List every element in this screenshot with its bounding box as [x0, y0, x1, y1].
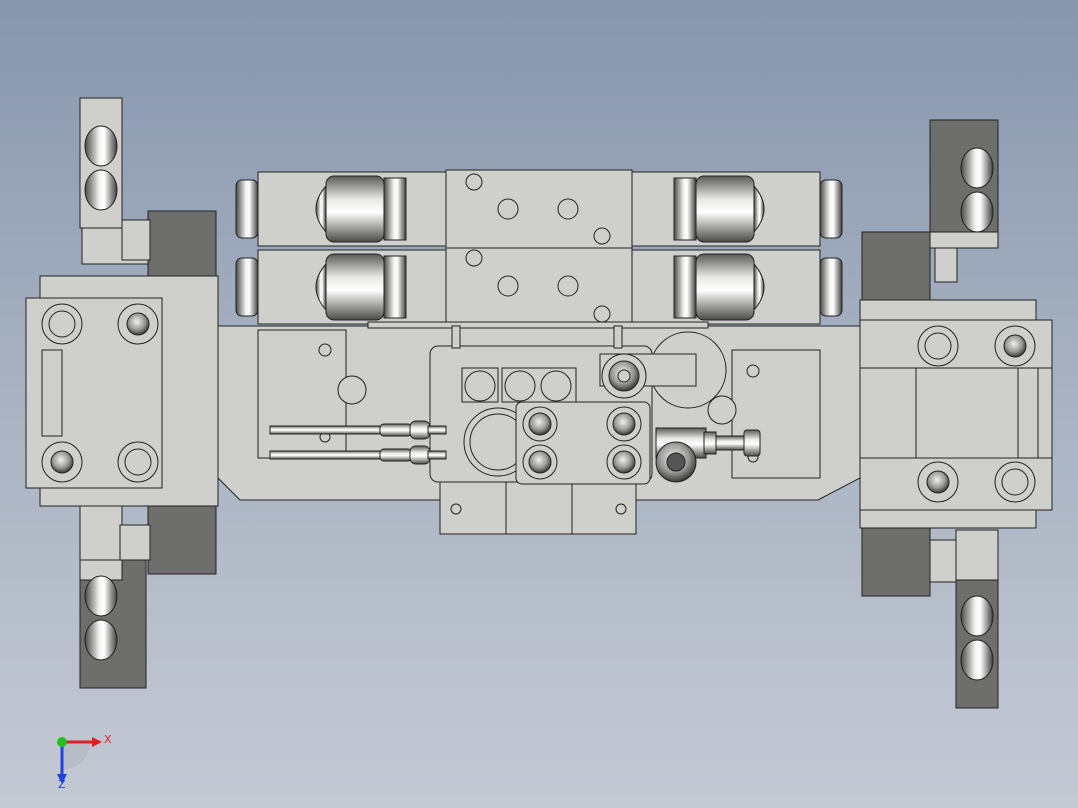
solenoid-valve-top [235, 169, 843, 249]
assembly-drawing [25, 97, 1053, 784]
cad-viewport[interactable]: X Z [0, 0, 1078, 808]
triad-z-label: Z [58, 778, 66, 791]
coordinate-triad [57, 737, 102, 784]
triad-x-label: X [104, 733, 112, 746]
